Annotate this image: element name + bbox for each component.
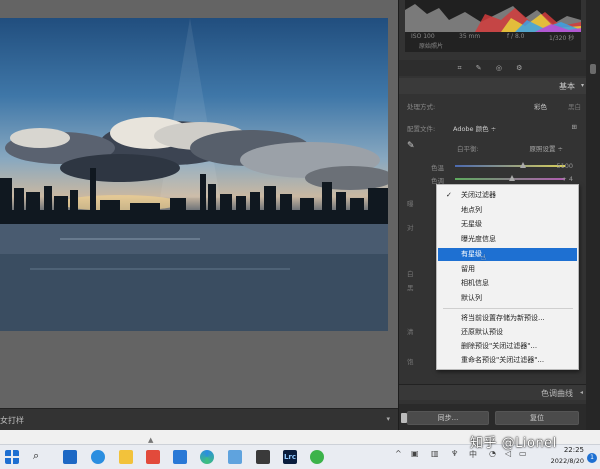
panel-bottom-bar: 同步... 复位 [399, 404, 587, 430]
temperature-slider[interactable]: 色温 5100 [399, 160, 587, 172]
menu-item-label: 默认列 [461, 294, 482, 302]
menu-item-label: 将当前设置存储为新预设... [461, 314, 545, 322]
store-icon[interactable] [173, 450, 187, 464]
menu-item-label: 曝光度信息 [461, 235, 496, 243]
temperature-track[interactable] [455, 165, 565, 167]
folder-icon[interactable] [119, 450, 133, 464]
tool-strip[interactable]: ⌗ ✎ ◎ ⚙ [399, 60, 587, 76]
obscured-label: 清 [407, 328, 414, 336]
menu-item-location-columns[interactable]: 地点列 [438, 204, 577, 217]
white-balance-row: ✎ 白平衡: 原照设置 ÷ [399, 140, 587, 154]
obscured-label: 白 [407, 270, 414, 278]
tone-curve-title: 色调曲线 [541, 389, 573, 398]
obscured-label: 曝 [407, 200, 414, 208]
collapse-arrow-icon: ▾ [580, 82, 584, 89]
menu-item-exposure-info[interactable]: 曝光度信息 [438, 233, 577, 246]
weather-icon[interactable] [91, 450, 105, 464]
profile-row: 配置文件: Adobe 颜色 ÷ ⊞ [399, 120, 587, 134]
clock-date[interactable]: 2022/8/20 [540, 457, 584, 465]
filmstrip-label[interactable]: 女打样 [0, 415, 24, 426]
scrollbar-thumb[interactable] [590, 64, 596, 74]
expand-arrow-icon: ◂ [579, 389, 583, 396]
microphone-icon[interactable]: ♆ [451, 449, 458, 458]
watermark: 知乎 @Lionel [470, 436, 557, 451]
profile-browser-icon[interactable]: ⊞ [572, 123, 577, 131]
network-tray-icon[interactable]: ▥ [431, 449, 439, 458]
treatment-color-option[interactable]: 彩色 [534, 101, 547, 111]
menu-item-unrated[interactable]: 无星级 [438, 218, 577, 231]
obscured-label: 黑 [407, 284, 414, 292]
obscured-label: 饱 [407, 358, 414, 366]
filter-context-menu: ✓ 关闭过滤器 地点列 无星级 曝光度信息 有星级 ☝ 留用 相机信息 默认列 … [436, 184, 579, 370]
notification-badge[interactable]: 1 [587, 453, 597, 463]
eyedropper-icon[interactable]: ✎ [407, 141, 415, 151]
camera-info-bar: ISO 100 35 mm f / 8.0 1/320 秒 [405, 32, 581, 42]
menu-item-default-columns[interactable]: 默认列 [438, 292, 577, 305]
app-icon[interactable] [256, 450, 270, 464]
panel-scrollbar[interactable] [586, 0, 600, 430]
profile-select[interactable]: Adobe 颜色 ÷ [453, 123, 496, 133]
treatment-row: 处理方式: 彩色 黑白 [399, 98, 587, 112]
obscured-label: 对 [407, 224, 414, 232]
aperture-value: f / 8.0 [507, 33, 525, 40]
menu-item-label: 相机信息 [461, 279, 489, 287]
focal-length-value: 35 mm [459, 33, 481, 40]
photo-workspace: 女打样 ▾ [0, 0, 398, 430]
temperature-knob[interactable] [520, 162, 527, 168]
filmstrip-show-icon[interactable]: ▲ [148, 436, 153, 444]
checkmark-icon: ✓ [446, 191, 452, 199]
histogram [405, 0, 581, 32]
lightroom-classic-icon[interactable]: Lrc [283, 450, 297, 464]
menu-item-label: 留用 [461, 265, 475, 273]
profile-label: 配置文件: [407, 125, 436, 133]
menu-item-label: 重命名预设"关闭过滤器"... [461, 356, 545, 364]
app-tray-icon[interactable]: ▣ [411, 449, 419, 458]
temperature-label: 色温 [431, 164, 444, 172]
menu-item-label: 地点列 [461, 206, 482, 214]
main-photo[interactable] [0, 18, 388, 331]
histogram-graph [405, 4, 581, 32]
treatment-label: 处理方式: [407, 103, 436, 111]
iso-value: ISO 100 [411, 33, 435, 40]
tint-knob[interactable] [509, 175, 516, 181]
menu-item-save-preset[interactable]: 将当前设置存储为新预设... [438, 312, 577, 325]
edge-browser-icon[interactable] [200, 450, 214, 464]
menu-item-restore-default[interactable]: 还原默认预设 [438, 326, 577, 339]
sync-button[interactable]: 同步... [407, 411, 489, 425]
menu-item-rated[interactable]: 有星级 ☝ [438, 248, 577, 262]
photo-scene [0, 18, 388, 331]
menu-item-picked[interactable]: 留用 [438, 263, 577, 276]
temperature-value[interactable]: 5100 [556, 162, 573, 170]
original-photo-toggle[interactable]: 原始照片 [405, 42, 581, 52]
mail-icon[interactable] [63, 450, 77, 464]
photos-icon[interactable] [228, 450, 242, 464]
menu-item-camera-info[interactable]: 相机信息 [438, 277, 577, 290]
menu-item-filters-off[interactable]: ✓ 关闭过滤器 [438, 189, 577, 202]
filmstrip-toolbar: 女打样 ▾ [0, 408, 398, 430]
app-icon[interactable] [146, 450, 160, 464]
menu-item-label: 还原默认预设 [461, 328, 503, 336]
menu-item-delete-preset[interactable]: 删除预设"关闭过滤器"... [438, 340, 577, 353]
search-icon[interactable]: ⌕ [33, 449, 47, 463]
windows-start-icon[interactable] [5, 450, 19, 464]
treatment-bw-option[interactable]: 黑白 [568, 101, 581, 111]
wechat-icon[interactable] [310, 450, 324, 464]
menu-item-rename-preset[interactable]: 重命名预设"关闭过滤器"... [438, 354, 577, 367]
filmstrip-dropdown-icon[interactable]: ▾ [386, 415, 390, 423]
tone-curve-section-header[interactable]: 色调曲线 ◂ [399, 384, 587, 400]
menu-item-label: 删除预设"关闭过滤器"... [461, 342, 538, 350]
basic-section-title: 基本 [559, 82, 575, 91]
menu-item-label: 关闭过滤器 [461, 191, 496, 199]
white-balance-label: 白平衡: [457, 145, 479, 153]
white-balance-select[interactable]: 原照设置 ÷ [529, 143, 563, 153]
reset-button[interactable]: 复位 [495, 411, 579, 425]
tray-overflow-icon[interactable]: ^ [395, 449, 402, 458]
menu-item-label: 无星级 [461, 220, 482, 228]
shutter-value: 1/320 秒 [549, 35, 575, 42]
tint-value[interactable]: + 4 [561, 175, 573, 183]
basic-section-header[interactable]: 基本 ▾ [399, 78, 587, 94]
menu-separator [443, 308, 573, 309]
menu-item-label: 有星级 [461, 250, 482, 258]
